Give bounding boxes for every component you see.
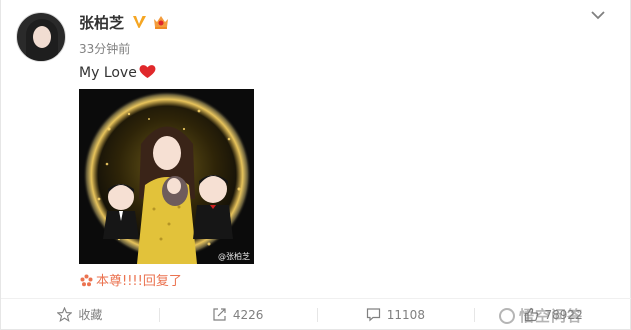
repost-button[interactable]: 4226 (158, 299, 317, 330)
chevron-down-icon[interactable] (589, 8, 607, 22)
comment-icon (366, 308, 380, 322)
flower-icon (80, 274, 93, 287)
avatar-face (33, 26, 51, 48)
post-time[interactable]: 33分钟前 (79, 40, 130, 57)
repost-icon (213, 308, 226, 321)
star-icon (57, 307, 73, 322)
heart-icon (139, 65, 156, 78)
post-text: My Love (79, 64, 156, 81)
family-illustration (79, 89, 254, 264)
weibo-post-card: 张柏芝 33分钟前 My Love @张柏芝 本尊!!!!回复了 收藏 4226… (0, 0, 631, 330)
post-image[interactable]: @张柏芝 (79, 89, 254, 264)
wukong-logo-icon (499, 308, 515, 324)
favorite-label: 收藏 (78, 308, 103, 322)
site-watermark-text: 悟空问答 (519, 307, 584, 325)
reply-notice-text: 本尊!!!!回复了 (96, 274, 182, 289)
comment-button[interactable]: 11108 (316, 299, 475, 330)
image-watermark: @张柏芝 (218, 252, 250, 261)
post-text-content: My Love (79, 65, 137, 81)
reply-notice[interactable]: 本尊!!!!回复了 (80, 270, 182, 289)
repost-count: 4226 (232, 307, 264, 322)
avatar[interactable] (16, 12, 66, 62)
comment-count: 11108 (386, 307, 425, 322)
author-name[interactable]: 张柏芝 (79, 12, 124, 33)
favorite-button[interactable]: 收藏 (1, 299, 159, 330)
verified-icon (133, 16, 146, 28)
vip-crown-icon (154, 16, 168, 29)
site-watermark: 悟空问答 (499, 305, 583, 326)
